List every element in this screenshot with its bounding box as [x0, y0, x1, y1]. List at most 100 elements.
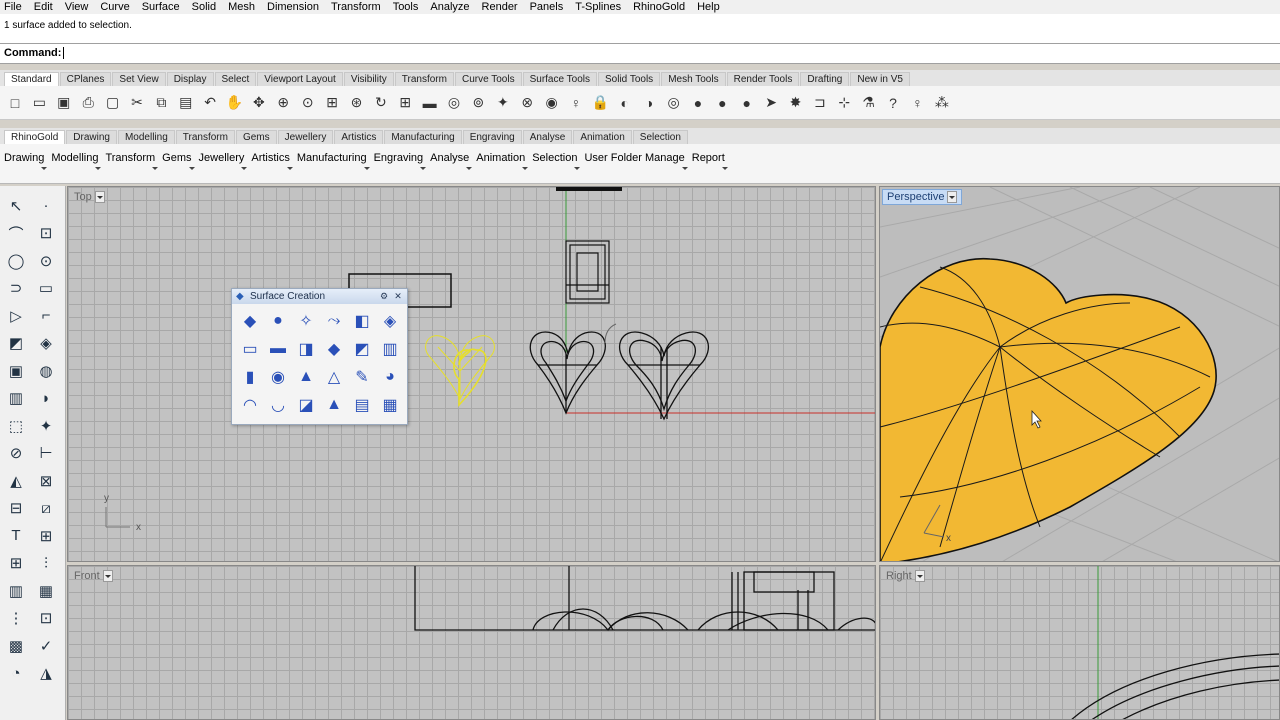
- button-manufacturing[interactable]: Manufacturing: [297, 152, 370, 170]
- torus-icon[interactable]: ▲: [292, 363, 320, 391]
- tab-curve-tools[interactable]: Curve Tools: [454, 72, 522, 86]
- rebuild-icon[interactable]: ⊟: [2, 495, 30, 523]
- tab-viewport-layout[interactable]: Viewport Layout: [257, 72, 343, 86]
- array-icon[interactable]: ⊞: [2, 550, 30, 578]
- tab-analyse[interactable]: Analyse: [522, 130, 573, 144]
- fillet-icon[interactable]: ⌐: [32, 302, 60, 330]
- button-report[interactable]: Report: [692, 152, 728, 170]
- checklist-icon[interactable]: ▩: [2, 632, 30, 660]
- blend-surface-icon[interactable]: ▥: [376, 335, 404, 363]
- select-arrow-icon[interactable]: ↖: [2, 192, 30, 220]
- button-artistics[interactable]: Artistics: [251, 152, 293, 170]
- tab-gems[interactable]: Gems: [235, 130, 277, 144]
- sweep2-icon[interactable]: ◡: [264, 391, 292, 419]
- button-animation[interactable]: Animation: [476, 152, 529, 170]
- menu-render[interactable]: Render: [482, 1, 524, 13]
- boolean-icon[interactable]: ◗: [32, 385, 60, 413]
- zoom-window-icon[interactable]: ⊙: [297, 92, 319, 114]
- menu-solid[interactable]: Solid: [192, 1, 222, 13]
- mirror-icon[interactable]: ⫶: [32, 550, 60, 578]
- menu-curve[interactable]: Curve: [100, 1, 135, 13]
- color-wheel-icon[interactable]: ◉: [541, 92, 563, 114]
- grid-surface-icon[interactable]: ▦: [376, 391, 404, 419]
- copy-icon[interactable]: ⧉: [150, 92, 172, 114]
- menu-analyze[interactable]: Analyze: [430, 1, 475, 13]
- rectangle-icon[interactable]: ▭: [32, 275, 60, 303]
- loft-icon[interactable]: ✧: [292, 307, 320, 335]
- edge-surface-icon[interactable]: ◨: [292, 335, 320, 363]
- menu-transform[interactable]: Transform: [331, 1, 387, 13]
- menu-dimension[interactable]: Dimension: [267, 1, 325, 13]
- network-surface-icon[interactable]: ◈: [376, 307, 404, 335]
- ellipse-icon[interactable]: ⊙: [32, 247, 60, 275]
- viewport-front[interactable]: Front: [67, 565, 876, 720]
- dimension-icon[interactable]: ⊞: [32, 522, 60, 550]
- palette-titlebar[interactable]: ◆ Surface Creation ⚙ ✕: [232, 289, 407, 304]
- panel-icon[interactable]: ▤: [348, 391, 376, 419]
- paste-icon[interactable]: ▤: [175, 92, 197, 114]
- viewport-perspective[interactable]: x Perspective: [879, 186, 1280, 562]
- polyline-icon[interactable]: ⌒: [2, 220, 30, 248]
- trim-icon[interactable]: ⊘: [2, 440, 30, 468]
- light-icon[interactable]: ◮: [32, 660, 60, 688]
- tab-manufacturing[interactable]: Manufacturing: [384, 130, 462, 144]
- drape-icon[interactable]: ◕: [376, 363, 404, 391]
- tab-drafting[interactable]: Drafting: [800, 72, 850, 86]
- planar-icon[interactable]: ▬: [264, 335, 292, 363]
- button-jewellery[interactable]: Jewellery: [199, 152, 248, 170]
- tab-visibility[interactable]: Visibility: [343, 72, 394, 86]
- pyramid-icon[interactable]: △: [320, 363, 348, 391]
- explode-icon[interactable]: ⬚: [2, 412, 30, 440]
- zoom-extents-icon[interactable]: ⊞: [321, 92, 343, 114]
- tab-transform[interactable]: Transform: [175, 130, 235, 144]
- tab-set-view[interactable]: Set View: [112, 72, 166, 86]
- dome-icon[interactable]: ▲: [320, 391, 348, 419]
- hatch-icon[interactable]: ⊡: [32, 605, 60, 633]
- pan-icon[interactable]: ✋: [224, 92, 246, 114]
- polygon-icon[interactable]: ▷: [2, 302, 30, 330]
- rail-revolve-icon[interactable]: ◩: [348, 335, 376, 363]
- button-transform[interactable]: Transform: [105, 152, 158, 170]
- osnap-icon[interactable]: ⊹: [833, 92, 855, 114]
- cone-surface-icon[interactable]: ◉: [264, 363, 292, 391]
- arc-icon[interactable]: ⊃: [2, 275, 30, 303]
- cut-icon[interactable]: ✂: [126, 92, 148, 114]
- command-line[interactable]: Command:: [0, 44, 1280, 64]
- move-icon[interactable]: ✥: [248, 92, 270, 114]
- palette-options-icon[interactable]: ⚙: [379, 291, 389, 301]
- blend-icon[interactable]: ◭: [2, 467, 30, 495]
- tab-rhinogold[interactable]: RhinoGold: [4, 130, 66, 144]
- tab-new-in-v5[interactable]: New in V5: [850, 72, 910, 86]
- tab-mesh-tools[interactable]: Mesh Tools: [661, 72, 726, 86]
- sweep1-icon[interactable]: ◠: [236, 391, 264, 419]
- menu-file[interactable]: File: [4, 1, 28, 13]
- revolve-icon[interactable]: ▭: [236, 335, 264, 363]
- tab-jewellery[interactable]: Jewellery: [277, 130, 334, 144]
- select-icon[interactable]: ⊗: [516, 92, 538, 114]
- settings-gear-icon[interactable]: ✸: [785, 92, 807, 114]
- offset-icon[interactable]: ⧄: [32, 495, 60, 523]
- menu-tools[interactable]: Tools: [393, 1, 425, 13]
- menu-panels[interactable]: Panels: [530, 1, 570, 13]
- viewport-perspective-label[interactable]: Perspective: [882, 189, 963, 205]
- sweep-icon[interactable]: ⤳: [320, 307, 348, 335]
- zoom-icon[interactable]: ⊕: [272, 92, 294, 114]
- point-icon[interactable]: ·: [32, 192, 60, 220]
- analyze-icon[interactable]: ⊠: [32, 467, 60, 495]
- cplane-icon[interactable]: ▬: [419, 92, 441, 114]
- sphere-icon[interactable]: ◍: [32, 357, 60, 385]
- curve-icon[interactable]: ⊡: [32, 220, 60, 248]
- check-icon[interactable]: ✓: [32, 632, 60, 660]
- zoom-selected-icon[interactable]: ⊛: [345, 92, 367, 114]
- tab-solid-tools[interactable]: Solid Tools: [598, 72, 661, 86]
- surface-creation-palette[interactable]: ◆ Surface Creation ⚙ ✕ ◆ ● ✧ ⤳ ◧ ◈ ▭ ▬ ◨ ◆ ◩ ▥ ▮ ◉ ▲ △ ✎…: [231, 288, 408, 425]
- new-icon[interactable]: □: [4, 92, 26, 114]
- tab-standard[interactable]: Standard: [4, 72, 59, 86]
- split-icon[interactable]: ⊢: [32, 440, 60, 468]
- button-gems[interactable]: Gems: [162, 152, 195, 170]
- extrude-icon[interactable]: ▥: [2, 385, 30, 413]
- patch-icon[interactable]: ◆: [236, 307, 264, 335]
- menu-mesh[interactable]: Mesh: [228, 1, 261, 13]
- viewport-top[interactable]: Top y x: [67, 186, 876, 562]
- render-color-icon[interactable]: ◐: [614, 92, 636, 114]
